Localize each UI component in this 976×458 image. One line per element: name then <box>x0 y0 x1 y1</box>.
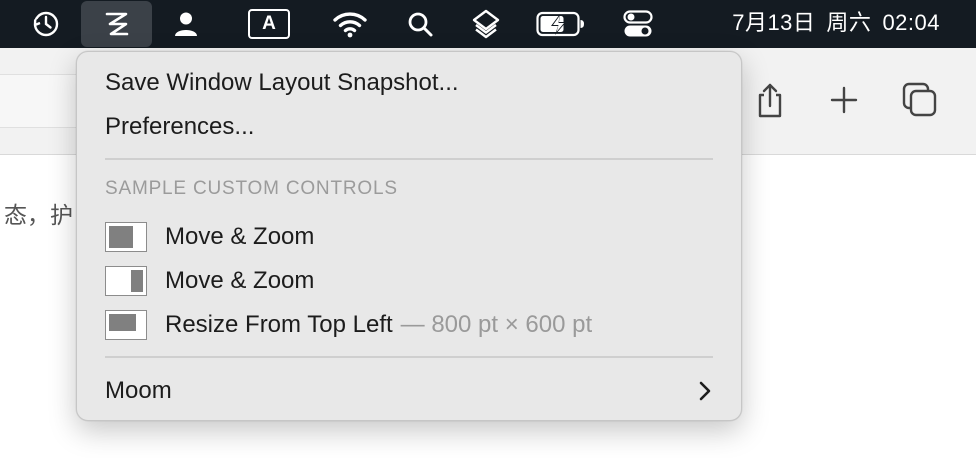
clock-date: 7月13日 <box>732 10 816 35</box>
top-left-icon <box>105 310 147 340</box>
control-label: Move & Zoom <box>165 267 315 294</box>
battery-icon[interactable] <box>535 0 587 48</box>
new-tab-icon[interactable] <box>822 78 866 122</box>
control-center-icon[interactable] <box>620 0 656 48</box>
move-zoom-right-item[interactable]: Move & Zoom <box>105 261 713 301</box>
left-half-icon <box>105 222 147 252</box>
moom-label: Moom <box>105 377 172 404</box>
tab-overview-icon[interactable] <box>898 78 942 122</box>
preferences-item[interactable]: Preferences... <box>105 107 713 147</box>
share-icon[interactable] <box>748 78 792 122</box>
move-zoom-left-item[interactable]: Move & Zoom <box>105 217 713 257</box>
input-source-label: A <box>248 9 290 39</box>
chevron-right-icon <box>697 371 713 411</box>
time-machine-icon[interactable] <box>26 0 66 48</box>
clock-time: 02:04 <box>882 10 940 35</box>
control-detail: — 800 pt × 600 pt <box>400 311 593 338</box>
layers-icon[interactable] <box>466 0 506 48</box>
page-body-text: 态，护 <box>4 203 73 229</box>
menu-separator <box>105 158 713 160</box>
control-label: Resize From Top Left <box>165 311 393 338</box>
spotlight-icon[interactable] <box>403 0 437 48</box>
input-source-icon[interactable]: A <box>246 0 292 48</box>
menubar-clock[interactable]: 7月13日 周六 02:04 <box>732 0 940 46</box>
save-snapshot-label: Save Window Layout Snapshot... <box>105 69 459 96</box>
clock-weekday: 周六 <box>826 10 872 35</box>
control-label: Move & Zoom <box>165 223 315 250</box>
resize-from-top-left-item[interactable]: Resize From Top Left — 800 pt × 600 pt <box>105 305 713 345</box>
menu-bar: A 7月13日 周六 02:04 <box>0 0 976 48</box>
moom-icon[interactable] <box>81 1 152 47</box>
wifi-icon[interactable] <box>330 0 370 48</box>
menu-separator <box>105 356 713 358</box>
save-window-layout-snapshot-item[interactable]: Save Window Layout Snapshot... <box>105 63 713 103</box>
preferences-label: Preferences... <box>105 113 255 140</box>
moom-submenu-item[interactable]: Moom <box>105 371 713 411</box>
section-header: SAMPLE CUSTOM CONTROLS <box>105 178 398 199</box>
moom-menu: Save Window Layout Snapshot... Preferenc… <box>76 51 742 421</box>
user-icon[interactable] <box>166 0 206 48</box>
right-third-icon <box>105 266 147 296</box>
